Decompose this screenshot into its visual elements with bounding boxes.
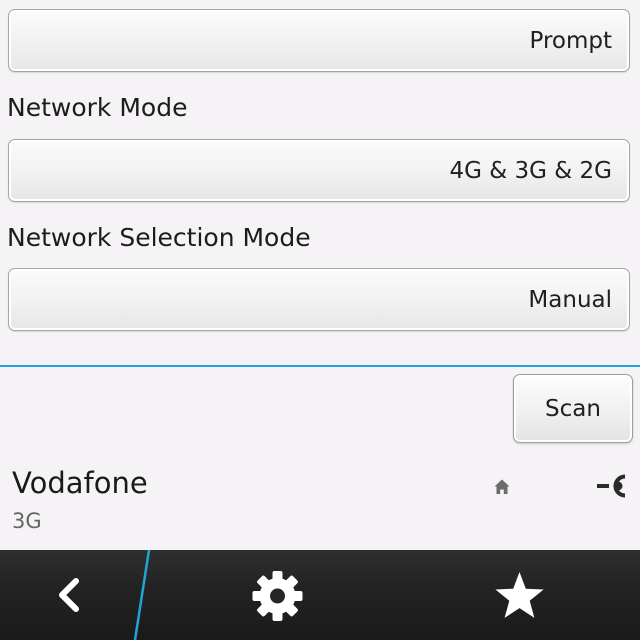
network-technology: 3G: [12, 509, 42, 533]
connected-icon: [597, 474, 626, 498]
network-selection-mode-label: Network Selection Mode: [7, 223, 311, 252]
star-icon: [495, 572, 544, 618]
back-divider: [133, 550, 151, 640]
network-list-item[interactable]: Vodafone 3G: [0, 458, 640, 548]
gear-icon: [252, 571, 303, 621]
prompt-dropdown-value: Prompt: [529, 27, 612, 54]
settings-button[interactable]: [230, 550, 325, 640]
prompt-dropdown[interactable]: Prompt: [8, 9, 630, 72]
back-button[interactable]: [0, 550, 140, 640]
network-mode-value: 4G & 3G & 2G: [449, 157, 612, 184]
scan-button[interactable]: Scan: [513, 374, 633, 443]
network-mode-label: Network Mode: [7, 93, 188, 122]
home-icon: [494, 479, 510, 494]
network-name: Vodafone: [12, 466, 148, 500]
section-divider: [0, 365, 640, 367]
network-selection-mode-value: Manual: [528, 286, 612, 313]
back-chevron-icon: [59, 578, 79, 612]
scan-button-label: Scan: [545, 395, 601, 422]
network-mode-dropdown[interactable]: 4G & 3G & 2G: [8, 139, 630, 202]
action-bar: [0, 550, 640, 640]
favorite-button[interactable]: [472, 550, 567, 640]
network-selection-mode-dropdown[interactable]: Manual: [8, 268, 630, 331]
